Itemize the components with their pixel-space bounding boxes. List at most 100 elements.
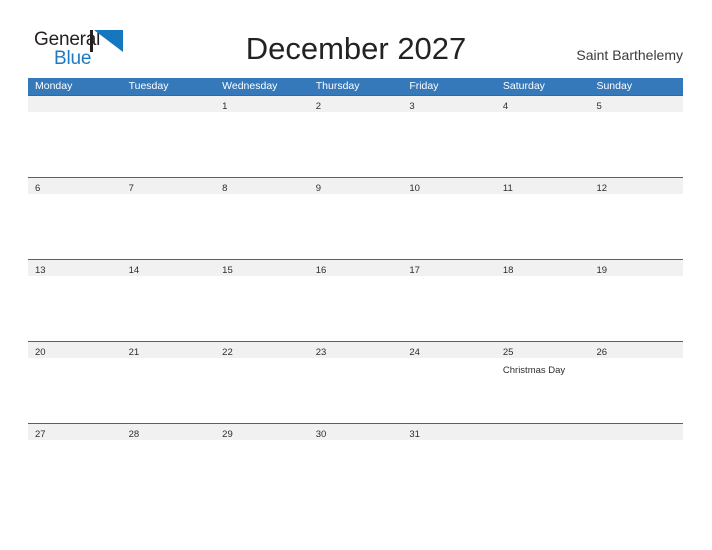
day-number: 26 [596,347,608,358]
day-event-area-christmas[interactable]: Christmas Day [496,358,590,423]
day-event-area[interactable] [402,194,496,259]
day-number: 4 [502,101,509,112]
day-cell[interactable]: 16 [309,260,403,276]
day-cell[interactable]: 2 [309,96,403,112]
day-event-area[interactable] [589,440,683,448]
day-event-area[interactable] [122,276,216,341]
day-event-area[interactable] [122,194,216,259]
week-event-body [28,276,683,341]
day-cell[interactable]: 8 [215,178,309,194]
day-cell[interactable]: 5 [589,96,683,112]
day-cell[interactable]: 3 [402,96,496,112]
day-number: 5 [596,101,602,112]
day-cell[interactable]: 6 [28,178,122,194]
day-cell[interactable]: 29 [215,424,309,440]
day-cell[interactable] [28,96,122,112]
day-cell[interactable]: 18 [496,260,590,276]
day-number: 28 [128,429,140,440]
day-event-area[interactable] [402,358,496,423]
day-cell[interactable]: 14 [122,260,216,276]
day-event-area[interactable] [122,358,216,423]
day-number: 30 [315,429,327,440]
day-cell[interactable]: 7 [122,178,216,194]
calendar-week-row: 27 28 29 30 31 [28,423,683,448]
day-event-area[interactable] [215,358,309,423]
day-number: 27 [35,429,46,440]
week-event-body: Christmas Day [28,358,683,423]
day-cell[interactable]: 22 [215,342,309,358]
day-event-area[interactable] [215,440,309,448]
day-event-area[interactable] [122,440,216,448]
day-event-area[interactable] [122,112,216,177]
day-event-area[interactable] [496,194,590,259]
day-cell[interactable]: 1 [215,96,309,112]
day-cell[interactable]: 31 [402,424,496,440]
day-cell[interactable]: 12 [589,178,683,194]
day-number: 8 [222,183,228,194]
day-cell[interactable]: 19 [589,260,683,276]
day-cell[interactable]: 17 [402,260,496,276]
calendar-week-row: 20 21 22 23 24 25 26 Christmas Day [28,341,683,423]
day-event-area[interactable] [28,276,122,341]
day-cell[interactable]: 27 [28,424,122,440]
day-cell[interactable]: 28 [122,424,216,440]
day-number: 16 [315,265,327,276]
day-cell[interactable] [589,424,683,440]
day-cell[interactable] [122,96,216,112]
day-number: 10 [409,183,420,194]
week-event-body [28,112,683,177]
day-cell[interactable]: 20 [28,342,122,358]
day-event-area[interactable] [309,276,403,341]
day-event-area[interactable] [28,194,122,259]
day-event-area[interactable] [496,440,590,448]
day-cell[interactable]: 13 [28,260,122,276]
calendar-week-row: 1 2 3 4 5 [28,95,683,177]
day-cell[interactable]: 15 [215,260,309,276]
day-event-area[interactable] [215,194,309,259]
week-date-band: 20 21 22 23 24 25 26 [28,342,683,358]
day-event-area[interactable] [402,276,496,341]
day-number: 3 [409,101,415,112]
day-cell[interactable]: 30 [309,424,403,440]
day-number: 20 [35,347,46,358]
day-event-area[interactable] [28,440,122,448]
day-event-area[interactable] [309,194,403,259]
day-event-area[interactable] [589,276,683,341]
day-event-area[interactable] [589,358,683,423]
day-number: 24 [409,347,420,358]
day-event-area[interactable] [28,112,122,177]
day-cell[interactable]: 23 [309,342,403,358]
day-cell[interactable]: 11 [496,178,590,194]
day-number: 19 [596,265,608,276]
page-header: General Blue December 2027 Saint Barthel… [0,0,712,78]
day-event-area[interactable] [28,358,122,423]
day-event-area[interactable] [309,358,403,423]
day-cell[interactable]: 10 [402,178,496,194]
week-date-band: 13 14 15 16 17 18 19 [28,260,683,276]
day-event-area[interactable] [309,112,403,177]
weekday-header-thursday: Thursday [315,80,360,92]
calendar-week-row: 6 7 8 9 10 11 12 [28,177,683,259]
day-event-area[interactable] [589,112,683,177]
calendar-grid: Monday Tuesday Wednesday Thursday Friday… [28,78,683,448]
day-event-area[interactable] [589,194,683,259]
week-event-body [28,194,683,259]
day-number: 22 [222,347,233,358]
day-cell[interactable]: 21 [122,342,216,358]
location-label: Saint Barthelemy [576,47,683,63]
day-cell[interactable]: 4 [496,96,590,112]
day-event-area[interactable] [402,440,496,448]
day-event-area[interactable] [496,112,590,177]
day-event-area[interactable] [402,112,496,177]
day-event-area[interactable] [215,112,309,177]
weekday-header-monday: Monday [35,80,73,92]
day-event-area[interactable] [496,276,590,341]
day-cell[interactable]: 26 [589,342,683,358]
day-cell[interactable]: 9 [309,178,403,194]
day-cell[interactable] [496,424,590,440]
day-cell[interactable]: 24 [402,342,496,358]
day-cell[interactable]: 25 [496,342,590,358]
weekday-header-tuesday: Tuesday [128,80,169,92]
day-event-area[interactable] [309,440,403,448]
day-event-area[interactable] [215,276,309,341]
